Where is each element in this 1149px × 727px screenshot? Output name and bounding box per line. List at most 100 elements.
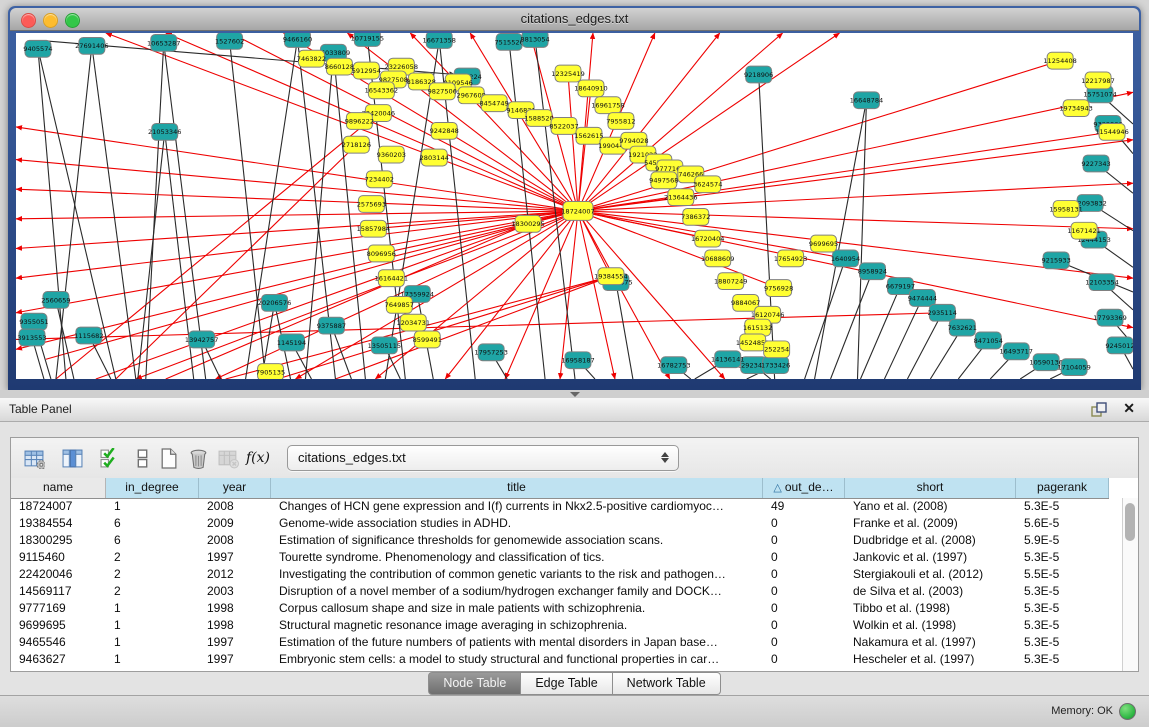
graph-node[interactable]: 9360203 [377, 146, 406, 163]
graph-node[interactable]: 7905135 [256, 364, 285, 379]
graph-node[interactable]: 16958187 [561, 352, 594, 369]
graph-node[interactable]: 16720404 [691, 230, 724, 247]
graph-node[interactable]: 12034731 [397, 314, 430, 331]
column-header-pagerank[interactable]: pagerank [1016, 478, 1109, 498]
graph-node[interactable]: 7386372 [681, 208, 710, 225]
graph-node[interactable]: 10719155 [351, 33, 384, 46]
graph-node[interactable]: 9245012 [1105, 337, 1133, 354]
graph-node[interactable]: 15857984 [357, 220, 390, 237]
column-header-title[interactable]: title [271, 478, 763, 498]
select-columns-button[interactable] [95, 444, 125, 472]
new-column-button[interactable] [153, 444, 183, 472]
graph-node[interactable]: 18807249 [714, 273, 747, 290]
column-header-out_de[interactable]: △out_de… [763, 478, 845, 498]
graph-node[interactable]: 11254408 [1043, 52, 1076, 69]
close-panel-icon[interactable]: ✕ [1123, 400, 1135, 417]
show-columns-button[interactable] [57, 444, 87, 472]
graph-node[interactable]: 2575693 [357, 196, 386, 213]
graph-node[interactable]: 9896222 [345, 113, 374, 130]
graph-node[interactable]: 9405574 [23, 40, 52, 57]
float-panel-icon[interactable] [1091, 402, 1107, 418]
graph-node[interactable]: 12325419 [551, 65, 584, 82]
graph-node[interactable]: 16961758 [591, 97, 624, 114]
graph-node[interactable]: 9227343 [1081, 155, 1110, 172]
graph-node[interactable]: 9699695 [809, 235, 838, 252]
graph-node[interactable]: 17957253 [474, 344, 507, 361]
network-canvas[interactable]: 9405574276914061065328715276029466160107… [16, 33, 1133, 379]
graph-node[interactable]: 27691406 [75, 37, 108, 54]
graph-node[interactable]: 1527602 [215, 33, 244, 49]
tab-network-table[interactable]: Network Table [613, 672, 721, 695]
graph-node[interactable]: 18300295 [511, 215, 544, 232]
graph-node[interactable]: 7515526 [494, 33, 523, 50]
graph-node[interactable]: 14136141 [711, 351, 744, 368]
graph-node[interactable]: 9242848 [430, 122, 459, 139]
column-header-short[interactable]: short [845, 478, 1016, 498]
table-row[interactable]: 2242004622012Investigating the contribut… [11, 566, 1123, 583]
graph-node[interactable]: 16164421 [375, 270, 408, 287]
graph-node[interactable]: 21053346 [148, 123, 181, 140]
graph-node[interactable]: 9756928 [764, 280, 793, 297]
graph-node[interactable]: 9497568 [649, 172, 678, 189]
graph-node[interactable]: 2803144 [420, 149, 449, 166]
graph-node[interactable]: 20206576 [258, 294, 291, 311]
graph-node[interactable]: 7463822 [297, 50, 326, 67]
table-row[interactable]: 1938455462009Genome-wide association stu… [11, 515, 1123, 532]
graph-node[interactable]: 17793369 [1093, 309, 1126, 326]
graph-node[interactable]: 10653287 [147, 34, 180, 51]
graph-node[interactable]: 16782753 [657, 357, 690, 374]
graph-node[interactable]: 10688609 [701, 250, 734, 267]
delete-column-button[interactable] [183, 444, 213, 472]
graph-node[interactable]: 1733426 [761, 357, 790, 374]
graph-node[interactable]: 8454749 [479, 95, 508, 112]
graph-node[interactable]: 8958924 [858, 263, 887, 280]
graph-node[interactable]: 11671421 [1067, 222, 1100, 239]
graph-node[interactable]: 1115682 [74, 327, 103, 344]
graph-node[interactable]: 11544946 [1095, 123, 1128, 140]
graph-node[interactable]: 7649857 [385, 296, 414, 313]
graph-node[interactable]: 9827506 [428, 83, 457, 100]
graph-node[interactable]: 3624574 [693, 176, 722, 193]
graph-node[interactable]: 16648784 [850, 92, 883, 109]
graph-node[interactable]: 13942757 [185, 331, 218, 348]
graph-node[interactable]: 8813054 [520, 33, 549, 47]
graph-node[interactable]: 1640954 [831, 250, 860, 267]
graph-node[interactable]: 17654923 [774, 250, 807, 267]
graph-node[interactable]: 9215933 [1041, 252, 1070, 269]
graph-node[interactable]: 3913553 [17, 329, 46, 346]
graph-node[interactable]: 8599491 [413, 331, 442, 348]
graph-node[interactable]: 12217987 [1081, 72, 1114, 89]
graph-node[interactable]: 19734943 [1059, 100, 1092, 117]
network-window-titlebar[interactable]: citations_edges.txt [10, 8, 1139, 31]
scrollbar-thumb[interactable] [1125, 503, 1135, 541]
graph-node[interactable]: 9375887 [317, 317, 346, 334]
table-row[interactable]: 946362711997Embryonic stem cells: a mode… [11, 651, 1123, 668]
table-row[interactable]: 1456911722003Disruption of a novel membe… [11, 583, 1123, 600]
graph-node[interactable]: 16543362 [365, 82, 398, 99]
table-select-dropdown[interactable]: citations_edges.txt [287, 445, 679, 471]
graph-node[interactable]: 9474444 [908, 290, 937, 307]
column-header-year[interactable]: year [199, 478, 271, 498]
graph-node[interactable]: 12103354 [1085, 274, 1118, 291]
graph-node[interactable]: 8096956 [367, 245, 396, 262]
split-divider[interactable] [0, 390, 1149, 398]
graph-node[interactable]: 15958131 [1049, 201, 1082, 218]
graph-node[interactable]: 18724007 [561, 202, 594, 221]
function-builder-button[interactable]: f(x) [243, 444, 273, 472]
table-mode-button[interactable] [19, 444, 49, 472]
graph-node[interactable]: 7955812 [606, 113, 635, 130]
graph-node[interactable]: 13505115 [368, 337, 401, 354]
graph-node[interactable]: 1615132 [743, 319, 772, 336]
table-row[interactable]: 911546021997Tourette syndrome. Phenomeno… [11, 549, 1123, 566]
graph-node[interactable]: 17104059 [1057, 359, 1090, 376]
graph-node[interactable]: 16493717 [999, 343, 1032, 360]
graph-node[interactable]: 19384554 [594, 268, 627, 285]
graph-node[interactable]: 8471054 [974, 332, 1003, 349]
graph-node[interactable]: 2935114 [928, 304, 957, 321]
column-header-name[interactable]: name [11, 478, 106, 498]
table-row[interactable]: 977716911998Corpus callosum shape and si… [11, 600, 1123, 617]
graph-node[interactable]: 16671358 [422, 33, 455, 48]
graph-node[interactable]: 8660128 [325, 58, 354, 75]
tab-node-table[interactable]: Node Table [428, 672, 521, 695]
tab-edge-table[interactable]: Edge Table [521, 672, 612, 695]
